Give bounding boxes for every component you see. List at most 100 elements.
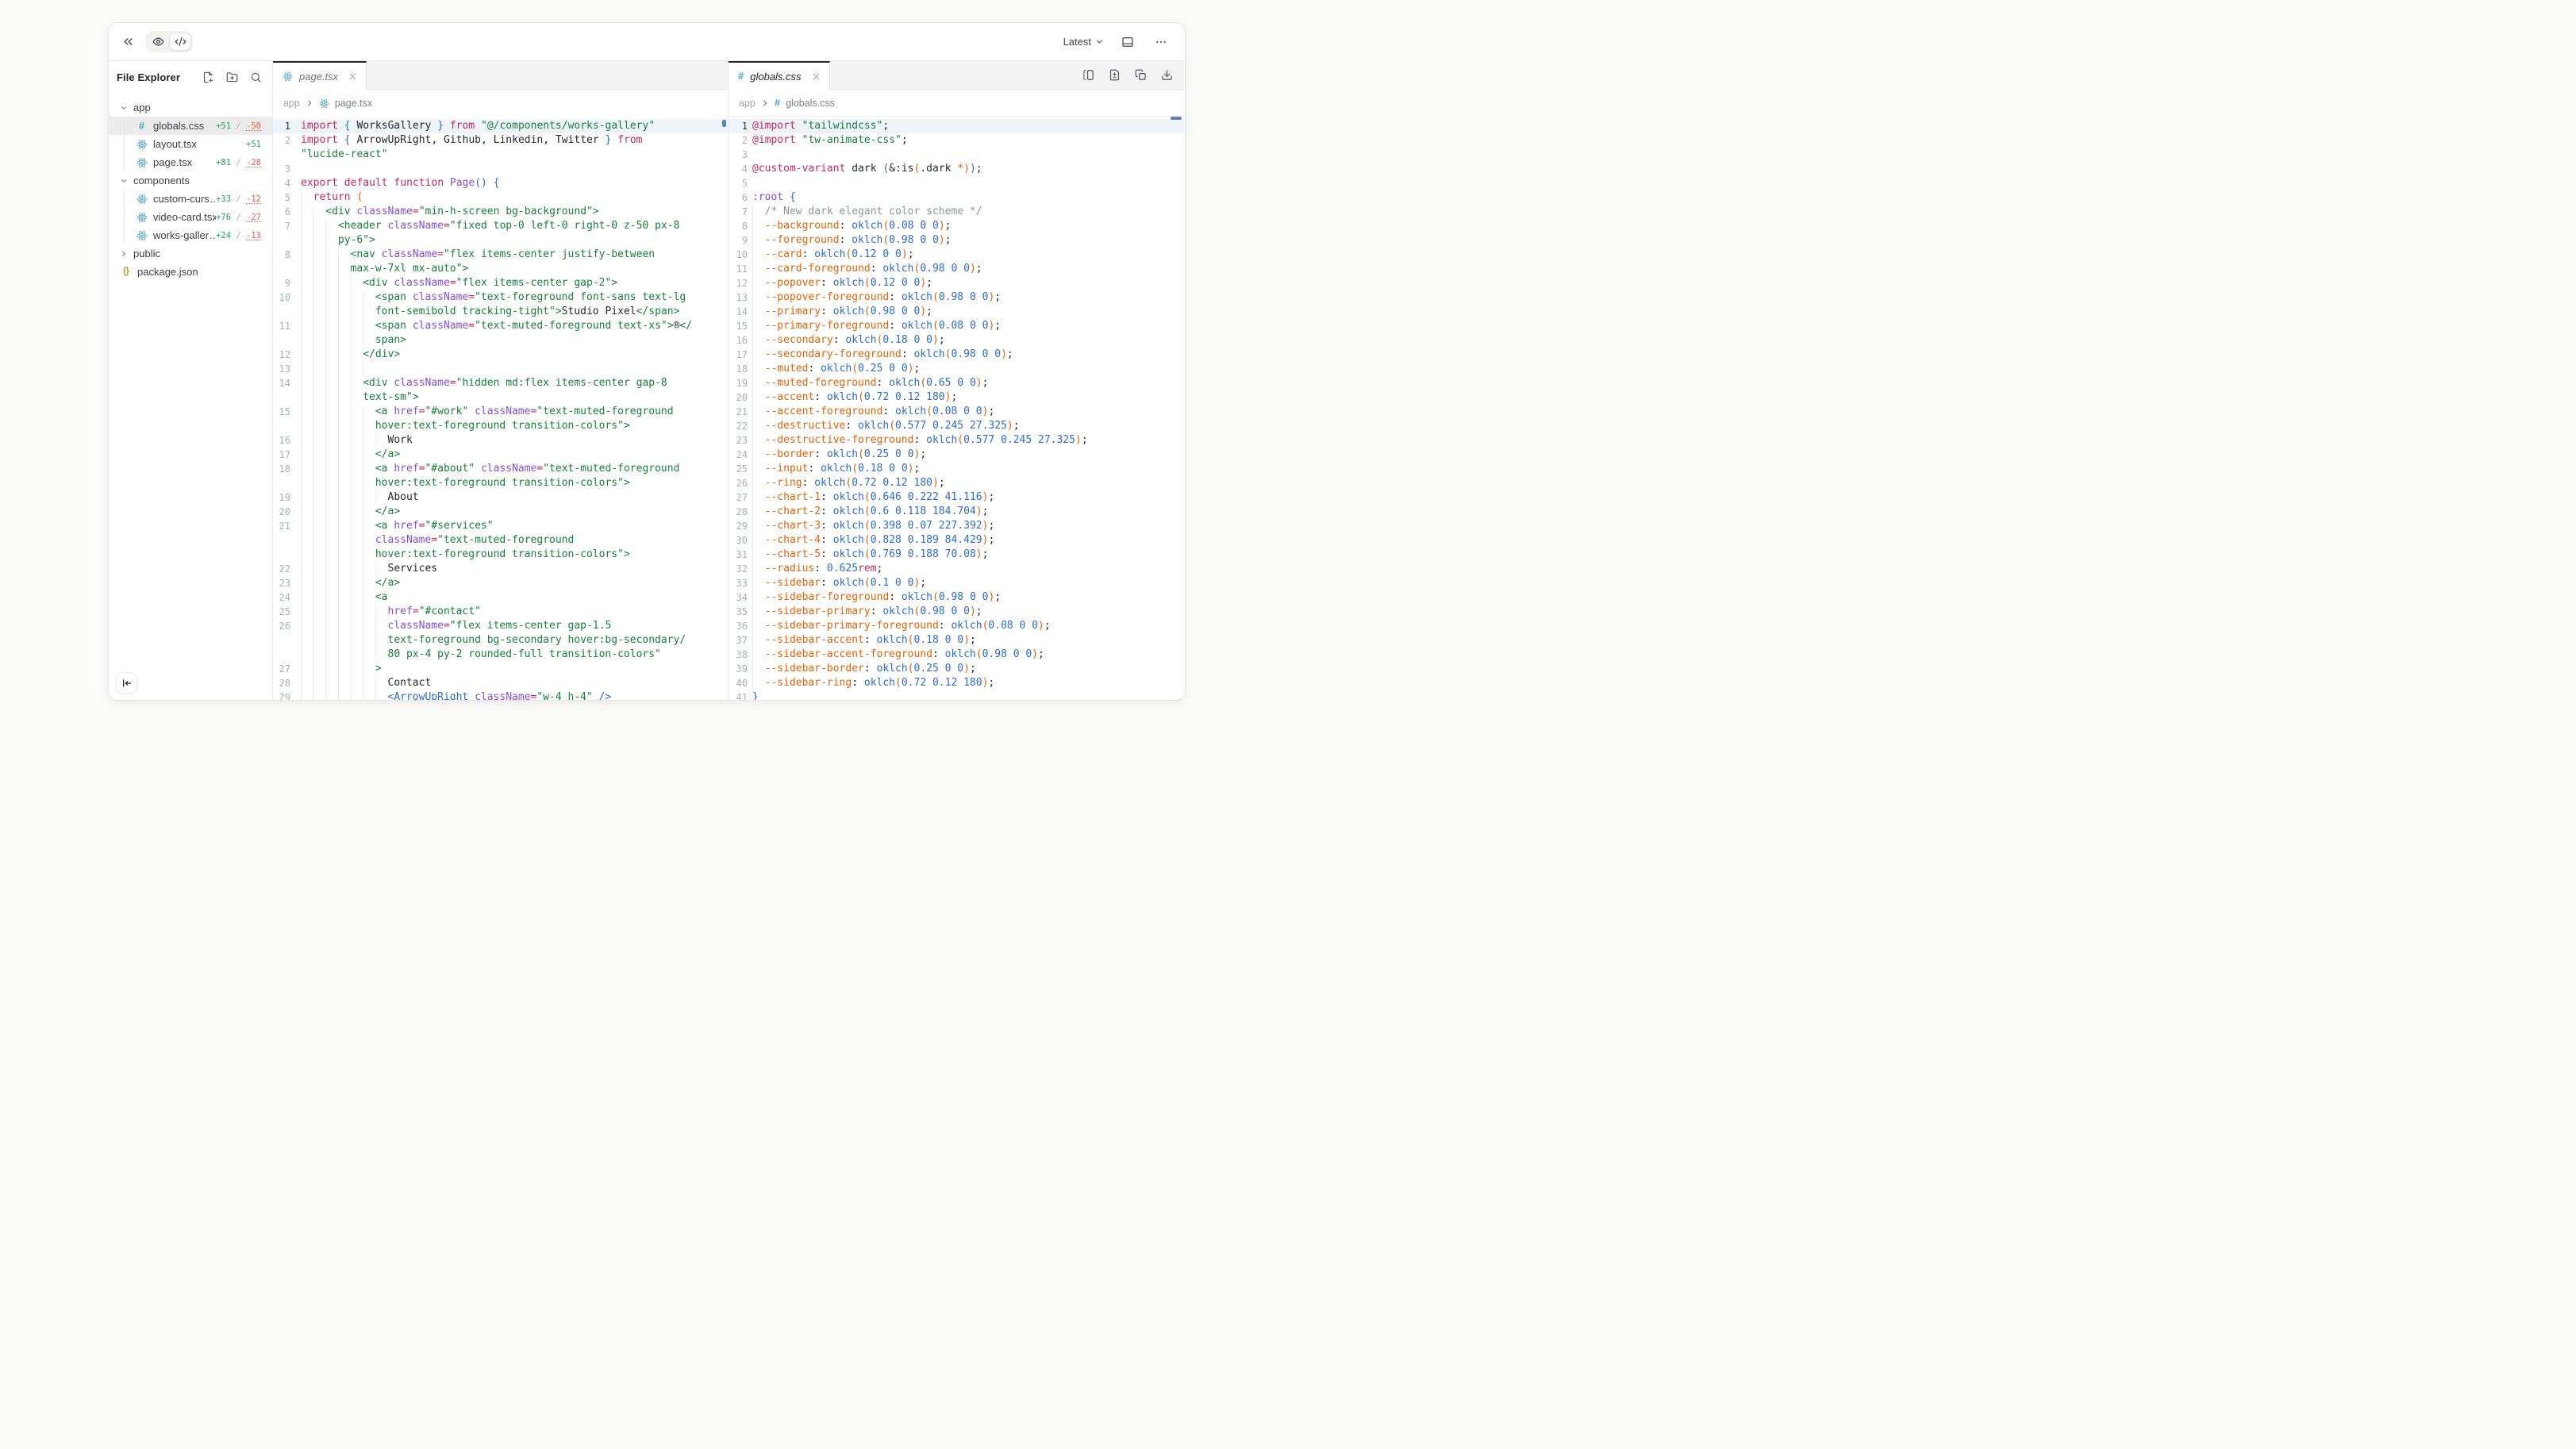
- collapse-sidebar-button[interactable]: [116, 672, 137, 694]
- panel-bottom-button[interactable]: [1118, 33, 1137, 52]
- code-line[interactable]: hover:text-foreground transition-colors"…: [273, 419, 728, 433]
- close-tab-icon[interactable]: [348, 71, 358, 82]
- code-line[interactable]: 4export default function Page() {: [273, 176, 728, 190]
- code-line[interactable]: 16--secondary: oklch(0.18 0 0);: [729, 333, 1186, 348]
- file-row-page.tsx[interactable]: page.tsx+81 / -28: [109, 153, 272, 171]
- code-line[interactable]: 23--destructive-foreground: oklch(0.577 …: [729, 433, 1186, 448]
- code-line[interactable]: 2import { ArrowUpRight, Github, Linkedin…: [273, 133, 728, 148]
- breadcrumb-folder[interactable]: app: [283, 98, 300, 109]
- code-line[interactable]: 7<header className="fixed top-0 left-0 r…: [273, 219, 728, 233]
- code-line[interactable]: "lucide-react": [273, 148, 728, 162]
- tab-page-tsx[interactable]: page.tsx: [273, 61, 367, 90]
- file-diff-button[interactable]: [1105, 66, 1124, 85]
- code-line[interactable]: 9<div className="flex items-center gap-2…: [273, 276, 728, 290]
- code-line[interactable]: 13--popover-foreground: oklch(0.98 0 0);: [729, 290, 1186, 305]
- code-line[interactable]: 22--destructive: oklch(0.577 0.245 27.32…: [729, 419, 1186, 433]
- code-line[interactable]: 22Services: [273, 562, 728, 576]
- code-line[interactable]: 19About: [273, 490, 728, 505]
- code-line[interactable]: 27--chart-1: oklch(0.646 0.222 41.116);: [729, 490, 1186, 505]
- code-line[interactable]: font-semibold tracking-tight">Studio Pix…: [273, 305, 728, 319]
- code-line[interactable]: 41}: [729, 690, 1186, 701]
- more-options-button[interactable]: [1152, 33, 1171, 52]
- code-line[interactable]: 10--card: oklch(0.12 0 0);: [729, 248, 1186, 262]
- code-line[interactable]: 36--sidebar-primary-foreground: oklch(0.…: [729, 619, 1186, 633]
- code-line[interactable]: 3: [729, 148, 1186, 162]
- breadcrumb-file[interactable]: page.tsx: [335, 98, 372, 109]
- code-line[interactable]: 39--sidebar-border: oklch(0.25 0 0);: [729, 662, 1186, 676]
- code-line[interactable]: 10<span className="text-foreground font-…: [273, 290, 728, 305]
- code-line[interactable]: 8--background: oklch(0.08 0 0);: [729, 219, 1186, 233]
- code-line[interactable]: span>: [273, 333, 728, 348]
- code-line[interactable]: 30--chart-4: oklch(0.828 0.189 84.429);: [729, 533, 1186, 548]
- file-row-custom-curs[interactable]: custom-curs…+33 / -12: [109, 190, 272, 208]
- code-line[interactable]: 6:root {: [729, 190, 1186, 205]
- code-line[interactable]: 20--accent: oklch(0.72 0.12 180);: [729, 390, 1186, 405]
- collapse-panel-button[interactable]: [118, 33, 137, 52]
- code-line[interactable]: 18<a href="#about" className="text-muted…: [273, 462, 728, 476]
- code-line[interactable]: 12</div>: [273, 348, 728, 362]
- code-line[interactable]: 25href="#contact": [273, 605, 728, 619]
- split-view-button[interactable]: [1078, 66, 1098, 85]
- code-line[interactable]: 2@import "tw-animate-css";: [729, 133, 1186, 148]
- preview-eye-icon[interactable]: [147, 33, 169, 51]
- search-icon[interactable]: [249, 71, 263, 84]
- code-line[interactable]: 37--sidebar-accent: oklch(0.18 0 0);: [729, 633, 1186, 648]
- code-line[interactable]: className="text-muted-foreground: [273, 533, 728, 548]
- code-line[interactable]: hover:text-foreground transition-colors"…: [273, 548, 728, 562]
- code-line[interactable]: 24<a: [273, 590, 728, 605]
- code-line[interactable]: 28Contact: [273, 676, 728, 690]
- code-line[interactable]: 6<div className="min-h-screen bg-backgro…: [273, 205, 728, 219]
- code-line[interactable]: 31--chart-5: oklch(0.769 0.188 70.08);: [729, 548, 1186, 562]
- code-line[interactable]: 40--sidebar-ring: oklch(0.72 0.12 180);: [729, 676, 1186, 690]
- code-line[interactable]: 28--chart-2: oklch(0.6 0.118 184.704);: [729, 505, 1186, 519]
- code-editor-page-tsx[interactable]: 1import { WorksGallery } from "@/compone…: [273, 117, 728, 701]
- file-row-video-card.tsx[interactable]: video-card.tsx+76 / -27: [109, 208, 272, 226]
- code-line[interactable]: 20</a>: [273, 505, 728, 519]
- code-line[interactable]: 3: [273, 162, 728, 176]
- close-tab-icon[interactable]: [811, 71, 821, 82]
- code-line[interactable]: text-foreground bg-secondary hover:bg-se…: [273, 633, 728, 648]
- code-line[interactable]: 35--sidebar-primary: oklch(0.98 0 0);: [729, 605, 1186, 619]
- scrollbar-thumb[interactable]: [1171, 117, 1182, 120]
- code-line[interactable]: 23</a>: [273, 576, 728, 590]
- code-line[interactable]: text-sm">: [273, 390, 728, 405]
- code-line[interactable]: 38--sidebar-accent-foreground: oklch(0.9…: [729, 648, 1186, 662]
- folder-row-public[interactable]: public: [109, 244, 272, 263]
- code-line[interactable]: 26--ring: oklch(0.72 0.12 180);: [729, 476, 1186, 490]
- code-line[interactable]: py-6">: [273, 233, 728, 248]
- code-line[interactable]: 34--sidebar-foreground: oklch(0.98 0 0);: [729, 590, 1186, 605]
- code-line[interactable]: 14--primary: oklch(0.98 0 0);: [729, 305, 1186, 319]
- code-line[interactable]: 11--card-foreground: oklch(0.98 0 0);: [729, 262, 1186, 276]
- code-line[interactable]: 5return (: [273, 190, 728, 205]
- code-line[interactable]: 12--popover: oklch(0.12 0 0);: [729, 276, 1186, 290]
- code-line[interactable]: 9--foreground: oklch(0.98 0 0);: [729, 233, 1186, 248]
- file-row-layout.tsx[interactable]: layout.tsx+51: [109, 135, 272, 153]
- code-line[interactable]: 21--accent-foreground: oklch(0.08 0 0);: [729, 405, 1186, 419]
- code-line[interactable]: hover:text-foreground transition-colors"…: [273, 476, 728, 490]
- code-line[interactable]: 25--input: oklch(0.18 0 0);: [729, 462, 1186, 476]
- code-line[interactable]: 13: [273, 362, 728, 376]
- code-line[interactable]: 19--muted-foreground: oklch(0.65 0 0);: [729, 376, 1186, 390]
- breadcrumb-folder[interactable]: app: [739, 98, 755, 109]
- code-view-icon[interactable]: [169, 33, 191, 51]
- code-line[interactable]: 21<a href="#services": [273, 519, 728, 533]
- breadcrumb-file[interactable]: globals.css: [786, 98, 835, 109]
- folder-row-components[interactable]: components: [109, 171, 272, 190]
- new-folder-button[interactable]: [225, 71, 239, 84]
- code-line[interactable]: 5: [729, 176, 1186, 190]
- code-line[interactable]: 8<nav className="flex items-center justi…: [273, 248, 728, 262]
- code-line[interactable]: 15--primary-foreground: oklch(0.08 0 0);: [729, 319, 1186, 333]
- version-dropdown[interactable]: Latest: [1063, 36, 1104, 48]
- code-line[interactable]: 18--muted: oklch(0.25 0 0);: [729, 362, 1186, 376]
- code-line[interactable]: 14<div className="hidden md:flex items-c…: [273, 376, 728, 390]
- code-editor-globals-css[interactable]: 1@import "tailwindcss";2@import "tw-anim…: [729, 117, 1186, 701]
- code-line[interactable]: 1import { WorksGallery } from "@/compone…: [273, 119, 728, 133]
- code-line[interactable]: 11<span className="text-muted-foreground…: [273, 319, 728, 333]
- code-line[interactable]: 15<a href="#work" className="text-muted-…: [273, 405, 728, 419]
- download-button[interactable]: [1157, 66, 1176, 85]
- code-line[interactable]: 4@custom-variant dark (&:is(.dark *));: [729, 162, 1186, 176]
- code-line[interactable]: 80 px-4 py-2 rounded-full transition-col…: [273, 648, 728, 662]
- folder-row-app[interactable]: app: [109, 98, 272, 117]
- code-line[interactable]: 17--secondary-foreground: oklch(0.98 0 0…: [729, 348, 1186, 362]
- code-line[interactable]: 27>: [273, 662, 728, 676]
